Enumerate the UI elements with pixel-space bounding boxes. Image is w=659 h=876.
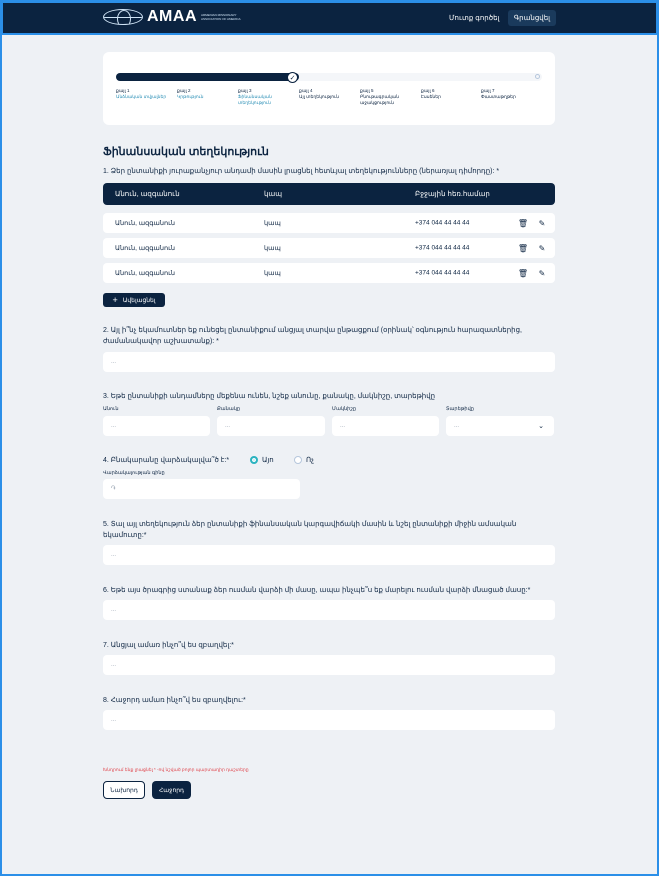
step-6[interactable]: քայլ 6 Էսսեներ: [421, 88, 473, 100]
step-label: Ֆինանսական տեղեկություն: [238, 94, 272, 105]
table-row: Անուն, ազգանուն կապ +374 044 44 44 44 🗑 …: [103, 263, 555, 283]
logo-subtitle: ARMENIAN MISSIONARY ASSOCIATION OF AMERI…: [201, 13, 241, 21]
step-7[interactable]: քայլ 7 Փաստաթղթեր: [481, 88, 533, 100]
page-title: Ֆինանսական տեղեկություն: [103, 146, 269, 158]
step-label: Անձնական տվյալներ: [116, 94, 167, 99]
column-header-name: Անուն, ազգանուն: [115, 191, 180, 198]
login-link[interactable]: Մուտք գործել: [449, 14, 499, 22]
step-label: Այլ տեղեկություն: [299, 94, 339, 99]
step-1[interactable]: քայլ 1 Անձնական տվյալներ: [116, 88, 168, 100]
car-quantity-label: Քանակը: [217, 406, 241, 412]
question-1: 1. Ձեր ընտանիքի յուրաքանչյուր անդամի մաս…: [103, 168, 500, 175]
car-name-input[interactable]: ...: [103, 416, 210, 436]
cell-phone: +374 044 44 44 44: [415, 219, 470, 227]
amaa-logo[interactable]: AMAA ARMENIAN MISSIONARY ASSOCIATION OF …: [103, 8, 247, 26]
radio-yes[interactable]: Այո: [250, 456, 274, 464]
cell-name: Անուն, ազգանուն: [115, 220, 176, 227]
add-member-button[interactable]: + Ավելացնել: [103, 293, 165, 307]
chevron-down-icon: ⌄: [538, 423, 544, 430]
car-brand-label: Մակնիշը: [332, 406, 356, 412]
step-2[interactable]: քայլ 2 Կրթություն: [177, 88, 229, 100]
pencil-icon[interactable]: ✎: [537, 268, 547, 278]
cell-relation: կապ: [264, 220, 281, 227]
plus-icon: +: [112, 295, 118, 305]
car-year-select[interactable]: ... ⌄: [446, 416, 554, 436]
logo-text: AMAA: [147, 8, 197, 25]
trash-icon[interactable]: 🗑: [518, 218, 528, 228]
register-button[interactable]: Գրանցվել: [508, 10, 556, 26]
step-5[interactable]: քայլ 5 Բնութագրական աջակցություն: [360, 88, 412, 106]
top-header: AMAA ARMENIAN MISSIONARY ASSOCIATION OF …: [0, 0, 659, 35]
radio-yes-dot: [250, 456, 258, 464]
progress-end-dot: [535, 74, 540, 79]
question-8: 8. Հաջորդ ամառ ինչո՞վ ես զբաղվելու:*: [103, 697, 246, 704]
add-member-label: Ավելացնել: [122, 297, 156, 304]
other-income-input[interactable]: ...: [103, 352, 555, 372]
radio-no-dot: [294, 456, 302, 464]
trash-icon[interactable]: 🗑: [518, 268, 528, 278]
pencil-icon[interactable]: ✎: [537, 243, 547, 253]
rent-input[interactable]: ֏: [103, 479, 300, 499]
pencil-icon[interactable]: ✎: [537, 218, 547, 228]
previous-button[interactable]: Նախորդ: [103, 781, 145, 799]
cell-phone: +374 044 44 44 44: [415, 269, 470, 277]
step-3[interactable]: քայլ 3 Ֆինանսական տեղեկություն: [238, 88, 290, 106]
financial-status-input[interactable]: ...: [103, 545, 555, 565]
step-label: Էսսեներ: [421, 94, 441, 99]
radio-yes-label: Այո: [262, 457, 274, 464]
question-5: 5. Տալ այլ տեղեկություն ձեր ընտանիքի ֆին…: [103, 521, 517, 539]
column-header-relation: կապ: [264, 191, 283, 198]
next-summer-input[interactable]: ...: [103, 710, 555, 730]
rent-label: Վարձակալության գինը: [103, 470, 165, 476]
car-year-label: Տարեթիվը: [446, 406, 474, 412]
step-4[interactable]: քայլ 4 Այլ տեղեկություն: [299, 88, 351, 100]
radio-no[interactable]: Ոչ: [294, 456, 314, 464]
progress-card: ✓ քայլ 1 Անձնական տվյալներ քայլ 2 Կրթությո…: [103, 52, 555, 125]
trash-icon[interactable]: 🗑: [518, 243, 528, 253]
car-brand-input[interactable]: ...: [332, 416, 439, 436]
radio-no-label: Ոչ: [306, 457, 314, 464]
question-4: 4. Բնակարանը վարձակալվա՞ծ է:*: [103, 457, 230, 464]
tuition-plan-input[interactable]: ...: [103, 600, 555, 620]
required-fields-note: Խնդրում ենք լրացնել * -ով նշված բոլոր պա…: [103, 767, 249, 772]
cell-name: Անուն, ազգանուն: [115, 245, 176, 252]
question-2: 2. Այլ ի՞նչ եկամուտներ եք ունեցել ընտանի…: [103, 327, 522, 345]
cell-relation: կապ: [264, 270, 281, 277]
progress-fill: [116, 73, 299, 81]
column-header-phone: Բջջային հեռ.համար: [415, 191, 490, 198]
question-6: 6. Եթե այս ծրագրից ստանաք ձեր ուսման վար…: [103, 587, 531, 594]
checkmark-icon: ✓: [287, 72, 298, 83]
step-label: Կրթություն: [177, 94, 204, 99]
step-label: Փաստաթղթեր: [481, 94, 516, 99]
cell-relation: կապ: [264, 245, 281, 252]
next-button[interactable]: Հաջորդ: [152, 781, 191, 799]
cell-name: Անուն, ազգանուն: [115, 270, 176, 277]
family-table-header: Անուն, ազգանուն կապ Բջջային հեռ.համար: [103, 183, 555, 205]
question-3: 3. Եթե ընտանիքի անդամները մեքենա ունեն, …: [103, 393, 436, 400]
last-summer-input[interactable]: ...: [103, 655, 555, 675]
question-7: 7. Անցյալ ամառ ինչո՞վ ես զբաղվել:*: [103, 642, 234, 649]
table-row: Անուն, ազգանուն կապ +374 044 44 44 44 🗑 …: [103, 238, 555, 258]
car-year-value: ...: [454, 423, 460, 429]
table-row: Անուն, ազգանուն կապ +374 044 44 44 44 🗑 …: [103, 213, 555, 233]
cell-phone: +374 044 44 44 44: [415, 244, 470, 252]
window-frame: [0, 0, 659, 876]
globe-icon: [103, 9, 143, 25]
step-label: Բնութագրական աջակցություն: [360, 94, 399, 105]
car-name-label: Անուն: [103, 406, 119, 412]
car-quantity-input[interactable]: ...: [217, 416, 325, 436]
